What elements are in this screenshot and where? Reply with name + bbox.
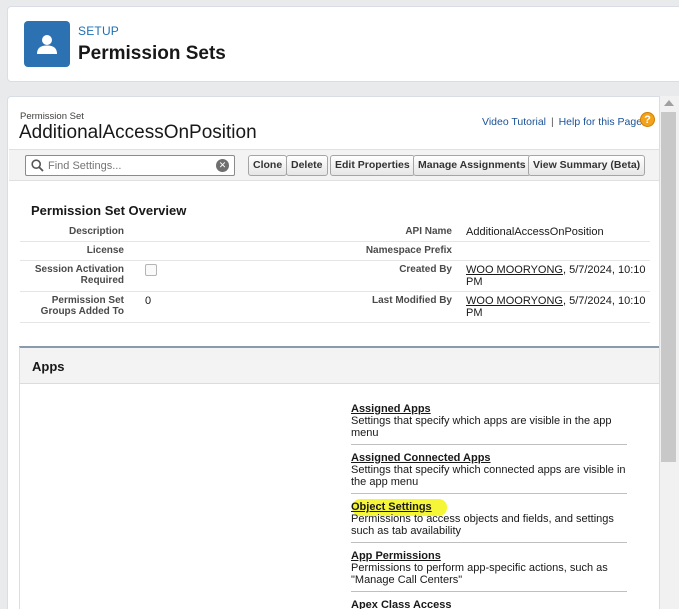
scroll-up-arrow-icon[interactable] [664,100,674,106]
clone-button[interactable]: Clone [248,155,288,176]
search-icon [31,159,44,172]
help-page-link[interactable]: Help for this Page [559,116,642,128]
overview-row: Permission Set Groups Added To 0 Last Mo… [20,292,650,323]
delete-button[interactable]: Delete [286,155,328,176]
apex-class-access-link[interactable]: Apex Class Access [351,599,452,609]
find-settings-box[interactable]: ✕ [25,155,235,176]
app-permissions-desc: Permissions to perform app-specific acti… [351,562,608,586]
namespace-prefix-label: Namespace Prefix [365,245,452,256]
overview-row: Description API Name AdditionalAccessOnP… [20,223,650,242]
toolbar: ✕ Clone Delete Edit Properties Manage As… [9,149,659,181]
description-label: Description [68,226,124,237]
main-panel: Permission Set AdditionalAccessOnPositio… [7,96,660,609]
setup-label: SETUP [78,24,120,38]
session-activation-checkbox [145,264,157,276]
permission-set-name: AdditionalAccessOnPosition [19,122,257,143]
overview-row: License Namespace Prefix [20,242,650,261]
last-modified-by-label: Last Modified By [371,295,452,306]
clear-search-icon[interactable]: ✕ [216,159,229,172]
help-icon[interactable]: ? [640,112,655,127]
page-header: SETUP Permission Sets [7,6,679,82]
app-item-assigned-apps: Assigned Apps Settings that specify whic… [351,403,627,445]
help-separator: | [550,116,554,128]
apps-title: Apps [32,359,65,374]
object-settings-desc: Permissions to access objects and fields… [351,513,614,537]
session-activation-label: Session Activation Required [34,264,124,286]
page-title: Permission Sets [78,43,226,64]
last-modified-by-value: WOO MOORYONG, 5/7/2024, 10:10 PM [466,295,656,319]
overview-title: Permission Set Overview [31,203,187,218]
api-name-label: API Name [405,226,452,237]
object-settings-link[interactable]: Object Settings [351,501,432,513]
assigned-connected-apps-desc: Settings that specify which connected ap… [351,464,626,488]
assigned-apps-link[interactable]: Assigned Apps [351,403,431,415]
app-item-object-settings: Object Settings Permissions to access ob… [351,501,627,543]
app-permissions-link[interactable]: App Permissions [351,550,441,562]
user-icon [24,21,70,67]
api-name-value: AdditionalAccessOnPosition [466,226,604,238]
modified-by-user-link[interactable]: WOO MOORYONG [466,295,563,307]
assigned-apps-desc: Settings that specify which apps are vis… [351,415,612,439]
app-item-apex-class-access: Apex Class Access [351,599,627,609]
groups-added-label: Permission Set Groups Added To [40,295,124,317]
app-item-assigned-connected-apps: Assigned Connected Apps Settings that sp… [351,452,627,494]
video-tutorial-link[interactable]: Video Tutorial [482,116,546,128]
app-item-app-permissions: App Permissions Permissions to perform a… [351,550,627,592]
created-by-user-link[interactable]: WOO MOORYONG [466,264,563,276]
assigned-connected-apps-link[interactable]: Assigned Connected Apps [351,452,491,464]
created-by-label: Created By [399,264,452,275]
scrollbar-thumb[interactable] [661,112,676,462]
overview-row: Session Activation Required Created By W… [20,261,650,292]
help-links: Video Tutorial | Help for this Page [482,116,642,128]
find-settings-input[interactable] [48,158,210,173]
created-by-value: WOO MOORYONG, 5/7/2024, 10:10 PM [466,264,656,288]
manage-assignments-button[interactable]: Manage Assignments [413,155,531,176]
license-label: License [86,245,124,256]
view-summary-button[interactable]: View Summary (Beta) [528,155,646,176]
edit-properties-button[interactable]: Edit Properties [330,155,415,176]
apps-header: Apps [20,348,659,384]
permission-set-label: Permission Set [20,111,84,122]
groups-added-value: 0 [145,295,152,307]
